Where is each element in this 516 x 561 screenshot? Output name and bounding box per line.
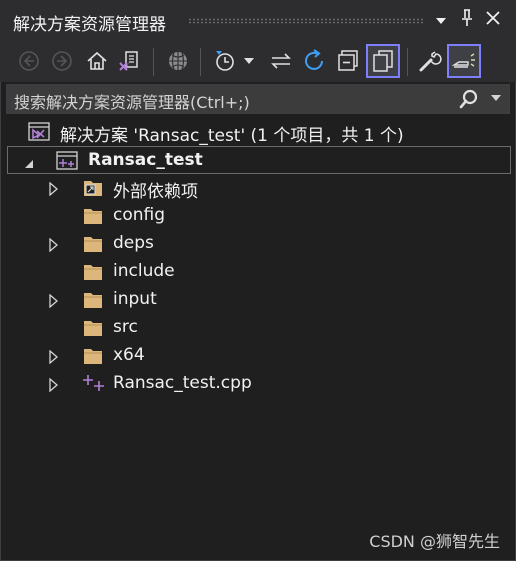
properties-wrench-icon[interactable] xyxy=(415,46,445,76)
collapsed-arrow-icon[interactable] xyxy=(49,293,58,312)
window-title: 解决方案资源管理器 xyxy=(13,15,166,35)
cpp-file-icon xyxy=(82,373,104,391)
toolbar-separator xyxy=(407,48,408,76)
dropdown-icon[interactable] xyxy=(240,46,258,76)
tree-item-label: config xyxy=(113,205,166,225)
show-all-files-icon[interactable] xyxy=(366,44,400,78)
watermark: CSDN @狮智先生 xyxy=(369,532,500,551)
tree-item-x64[interactable]: x64 xyxy=(0,342,516,370)
tree-item-label: 外部依赖项 xyxy=(113,182,198,202)
project-label: Ransac_test xyxy=(88,150,203,170)
tree-item-config[interactable]: config xyxy=(0,202,516,230)
folder-icon xyxy=(83,263,103,280)
search-input[interactable]: 搜索解决方案资源管理器(Ctrl+;) xyxy=(6,84,510,114)
search-icon[interactable] xyxy=(459,89,479,109)
toolbar-separator xyxy=(153,48,154,76)
folder-icon xyxy=(83,235,103,252)
tree-item-label: input xyxy=(113,289,157,309)
collapsed-arrow-icon[interactable] xyxy=(49,237,58,256)
folder-icon xyxy=(83,347,103,364)
tree-item-label: src xyxy=(113,317,138,337)
tree-item-label: x64 xyxy=(113,345,145,365)
search-placeholder: 搜索解决方案资源管理器(Ctrl+;) xyxy=(14,93,250,112)
window-menu-dropdown-icon[interactable] xyxy=(431,9,451,31)
sync-icon[interactable] xyxy=(266,46,296,76)
folder-icon xyxy=(83,207,103,224)
collapsed-arrow-icon[interactable] xyxy=(49,181,58,200)
tree-item-label: Ransac_test.cpp xyxy=(113,373,252,393)
home-icon[interactable] xyxy=(82,46,112,76)
tree-item-cpp-file[interactable]: Ransac_test.cpp xyxy=(0,370,516,398)
pin-icon[interactable] xyxy=(457,9,477,31)
collapsed-arrow-icon[interactable] xyxy=(49,377,58,396)
title-bar: 解决方案资源管理器 xyxy=(0,0,516,42)
tree-item-solution[interactable]: 解决方案 'Ransac_test' (1 个项目，共 1 个) xyxy=(0,118,516,146)
tree-item-project[interactable]: Ransac_test xyxy=(7,146,511,174)
tree-item-input[interactable]: input xyxy=(0,286,516,314)
tree-item-external-deps[interactable]: 外部依赖项 xyxy=(0,174,516,202)
drag-grip[interactable] xyxy=(188,18,423,24)
close-icon[interactable] xyxy=(483,9,503,31)
toolbar-separator xyxy=(200,48,201,76)
forward-icon[interactable] xyxy=(47,46,77,76)
switch-views-icon[interactable] xyxy=(114,46,144,76)
folder-icon xyxy=(83,319,103,336)
solution-icon xyxy=(28,122,50,146)
tree-item-label: include xyxy=(113,261,175,281)
git-globe-icon[interactable] xyxy=(163,46,193,76)
folder-icon xyxy=(83,291,103,308)
pending-changes-filter-icon[interactable] xyxy=(210,46,240,76)
tree-item-src[interactable]: src xyxy=(0,314,516,342)
expanded-arrow-icon[interactable] xyxy=(24,154,34,173)
cpp-project-icon xyxy=(56,151,78,175)
preview-selected-icon[interactable] xyxy=(447,44,481,78)
search-options-dropdown-icon[interactable] xyxy=(491,95,501,101)
collapse-all-icon[interactable] xyxy=(333,46,363,76)
tree-item-include[interactable]: include xyxy=(0,258,516,286)
refresh-icon[interactable] xyxy=(299,46,329,76)
toolbar xyxy=(0,42,516,82)
tree-item-label: deps xyxy=(113,233,154,253)
external-dependencies-icon xyxy=(83,179,103,196)
collapsed-arrow-icon[interactable] xyxy=(49,349,58,368)
tree-item-deps[interactable]: deps xyxy=(0,230,516,258)
back-icon[interactable] xyxy=(14,46,44,76)
solution-label: 解决方案 'Ransac_test' (1 个项目，共 1 个) xyxy=(60,126,404,146)
